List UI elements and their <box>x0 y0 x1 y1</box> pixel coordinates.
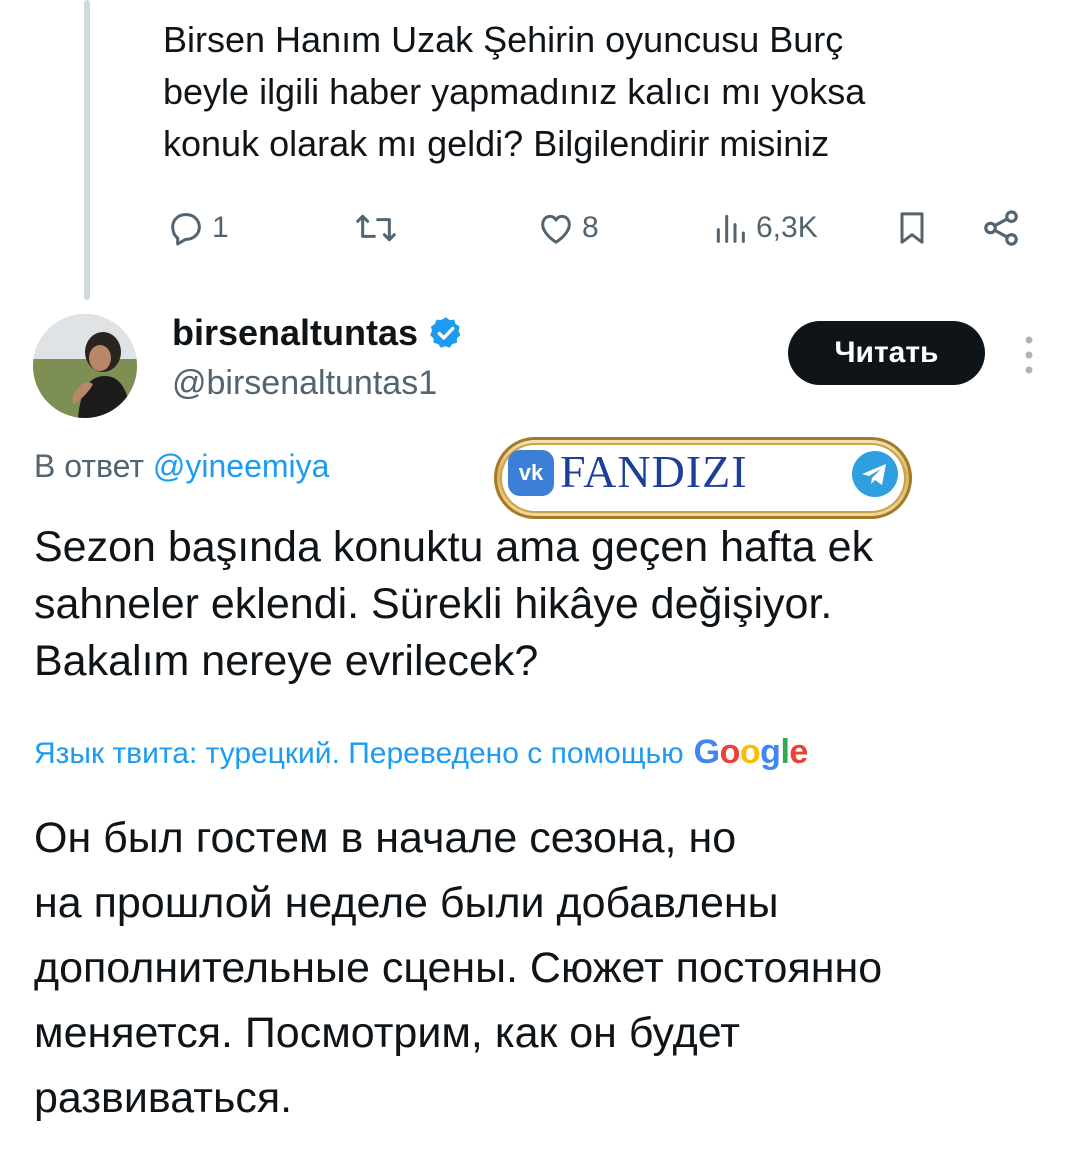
avatar-photo <box>33 314 137 418</box>
parent-tweet-line: beyle ilgili haber yapmadınız kalıcı mı … <box>163 71 866 112</box>
reply-icon <box>171 213 201 246</box>
reply-tweet-text: Sezon başında konuktu ama geçen hafta ek… <box>34 519 1054 690</box>
translation-note[interactable]: Язык твита: турецкий. Переведено с помощ… <box>34 733 808 772</box>
translated-tweet-text: Он был гостем в начале сезона, но на про… <box>34 806 1064 1131</box>
fandizi-watermark: vk FANDIZI <box>494 437 912 519</box>
views-button[interactable]: 6,3K <box>710 198 818 258</box>
views-icon <box>716 214 745 243</box>
avatar[interactable] <box>33 314 137 418</box>
user-handle[interactable]: @birsenaltuntas1 <box>172 364 437 403</box>
bookmark-icon <box>900 212 924 244</box>
watermark-text: FANDIZI <box>560 446 748 497</box>
like-button[interactable]: 8 <box>536 198 599 258</box>
translated-line: Он был гостем в начале сезона, но <box>34 814 737 862</box>
reply-button[interactable]: 1 <box>166 198 229 258</box>
parent-tweet-line: konuk olarak mı geldi? Bilgilendirir mis… <box>163 123 830 164</box>
bookmark-button[interactable] <box>892 198 932 258</box>
google-logo: Google <box>693 733 809 771</box>
verified-badge-icon <box>430 317 461 348</box>
translated-line: развиваться. <box>34 1074 293 1122</box>
follow-button[interactable]: Читать <box>788 321 985 385</box>
share-button[interactable] <box>980 198 1022 258</box>
more-options-button[interactable] <box>1012 330 1046 380</box>
like-count: 8 <box>582 211 599 244</box>
reply-tweet-line: sahneler eklendi. Sürekli hikâye değişiy… <box>34 580 833 628</box>
like-icon <box>541 214 571 244</box>
views-count: 6,3K <box>756 211 818 244</box>
share-icon <box>984 210 1018 246</box>
reply-to-prefix: В ответ <box>34 448 145 484</box>
more-vertical-icon <box>1025 336 1033 374</box>
reply-tweet-line: Sezon başında konuktu ama geçen hafta ek <box>34 523 874 571</box>
parent-tweet-line: Birsen Hanım Uzak Şehirin oyuncusu Burç <box>163 19 844 60</box>
translated-line: меняется. Посмотрим, как он будет <box>34 1009 740 1057</box>
translated-line: дополнительные сцены. Сюжет постоянно <box>34 944 883 992</box>
translated-line: на прошлой неделе были добавлены <box>34 879 779 927</box>
telegram-icon <box>852 451 898 497</box>
reply-count: 1 <box>212 211 229 244</box>
vk-icon: vk <box>508 450 554 496</box>
retweet-icon <box>356 214 396 242</box>
display-name: birsenaltuntas <box>172 312 419 353</box>
parent-tweet-text: Birsen Hanım Uzak Şehirin oyuncusu Burç … <box>163 14 1043 170</box>
reply-to-mention-link[interactable]: @yineemiya <box>153 448 330 484</box>
parent-tweet-actions: 1 8 6,3K <box>0 198 1080 258</box>
reply-context: В ответ @yineemiya <box>34 448 329 485</box>
retweet-button[interactable] <box>354 198 398 258</box>
reply-tweet-line: Bakalım nereye evrilecek? <box>34 637 539 685</box>
display-name-row[interactable]: birsenaltuntas <box>172 312 464 354</box>
translation-note-text: Язык твита: турецкий. Переведено с помощ… <box>34 737 684 770</box>
